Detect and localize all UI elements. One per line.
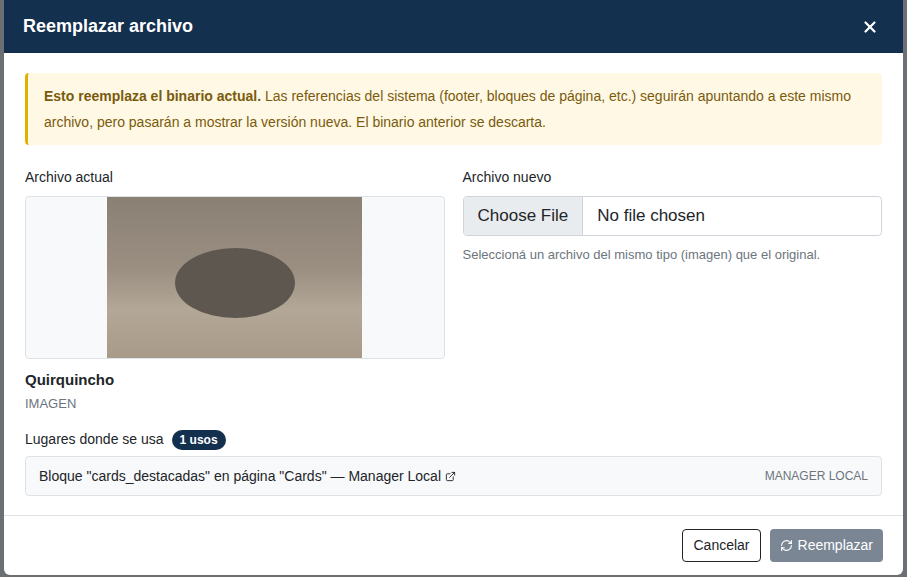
usages-list: Bloque "cards_destacadas" en página "Car… <box>25 456 882 496</box>
file-input[interactable]: Choose FileNo file chosen <box>463 196 883 236</box>
preview-photo <box>107 197 362 358</box>
usages-badge: 1 usos <box>172 430 226 450</box>
choose-file-button[interactable]: Choose File <box>464 197 584 235</box>
new-file-label: Archivo nuevo <box>463 167 883 188</box>
cancel-button[interactable]: Cancelar <box>682 529 760 562</box>
replace-file-dialog: Reemplazar archivo Esto reemplaza el bina… <box>4 0 903 575</box>
close-button[interactable] <box>861 18 879 36</box>
file-help: Seleccioná un archivo del mismo tipo (im… <box>463 245 883 265</box>
file-columns: Archivo actual QuirquinchoIMAGEN Archivo n… <box>25 167 882 413</box>
dialog-header: Reemplazar archivo <box>4 0 903 53</box>
usage-link[interactable]: Bloque "cards_destacadas" en página "Car… <box>39 466 456 487</box>
dialog-body: Esto reemplaza el binario actual. Las re… <box>4 53 903 515</box>
current-file-name: Quirquincho <box>25 369 445 392</box>
image-preview <box>25 196 445 359</box>
replace-button[interactable]: Reemplazar <box>770 529 883 562</box>
current-file-label: Archivo actual <box>25 167 445 188</box>
current-file: Archivo actual QuirquinchoIMAGEN <box>25 167 445 413</box>
external-link-icon <box>445 471 456 482</box>
close-icon <box>861 18 879 36</box>
usages-label: Lugares donde se usa <box>25 429 164 450</box>
new-file: Archivo nuevo Choose FileNo file chosen Se… <box>463 167 883 413</box>
usages-header: Lugares donde se usa 1 usos <box>25 429 882 450</box>
file-status: No file chosen <box>583 197 719 235</box>
warning-box: Esto reemplaza el binario actual. Las re… <box>25 73 882 145</box>
refresh-icon <box>780 539 793 552</box>
armadillo-shape <box>175 248 295 318</box>
usage-row: Bloque "cards_destacadas" en página "Car… <box>25 456 882 496</box>
current-file-type: IMAGEN <box>25 394 445 414</box>
usage-source: MANAGER LOCAL <box>765 467 868 485</box>
page: Reemplazar archivo Esto reemplaza el bina… <box>0 0 907 577</box>
dialog-footer: Cancelar Reemplazar <box>4 515 903 575</box>
warning-bold: Esto reemplaza el binario actual. <box>44 88 261 104</box>
dialog-title: Reemplazar archivo <box>23 13 193 40</box>
